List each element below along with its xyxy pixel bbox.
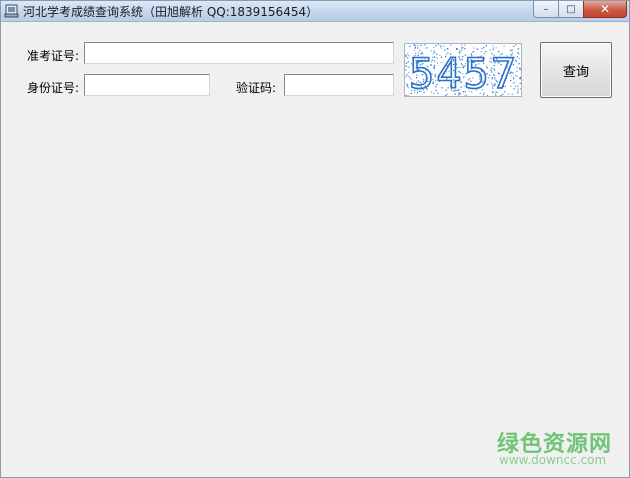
captcha-noise-dot — [405, 54, 407, 56]
captcha-noise-dot — [437, 44, 440, 46]
captcha-noise-dot — [409, 45, 411, 47]
close-button[interactable]: ✕ — [583, 1, 627, 18]
minimize-icon: – — [543, 3, 549, 15]
captcha-noise-dot — [406, 74, 408, 76]
captcha-noise-dot — [440, 45, 442, 47]
exam-id-input[interactable] — [84, 42, 394, 64]
captcha-noise-dot — [485, 45, 487, 47]
captcha-code: 54571 — [409, 49, 521, 96]
captcha-noise-dot — [405, 69, 407, 71]
captcha-image[interactable]: 54571 — [404, 43, 544, 99]
id-card-input[interactable] — [84, 74, 210, 96]
watermark-url: www.downcc.com — [499, 453, 607, 467]
close-icon: ✕ — [599, 2, 611, 16]
captcha-noise-dot — [503, 45, 505, 47]
maximize-icon: □ — [566, 3, 576, 15]
captcha-noise-graphic: 54571 — [405, 44, 544, 99]
captcha-noise-dot — [492, 45, 494, 47]
captcha-noise-dot — [405, 62, 407, 64]
captcha-noise-dot — [450, 44, 452, 46]
captcha-noise-dot — [405, 55, 407, 57]
app-window-icon[interactable] — [4, 3, 20, 19]
captcha-noise-dot — [460, 44, 463, 46]
captcha-noise-dot — [413, 44, 415, 46]
captcha-noise-dot — [406, 85, 409, 87]
app-window: 河北学考成绩查询系统（田旭解析 QQ:1839156454） – □ ✕ 准考证… — [0, 0, 630, 478]
captcha-label: 验证码: — [236, 81, 277, 95]
captcha-noise-dot — [405, 65, 407, 67]
query-button[interactable]: 查询 — [540, 42, 612, 98]
id-card-label: 身份证号: — [27, 81, 80, 95]
captcha-noise-dot — [406, 84, 408, 86]
captcha-noise-dot — [443, 45, 445, 47]
captcha-noise-dot — [464, 44, 466, 46]
captcha-noise-dot — [417, 44, 419, 46]
captcha-noise-dot — [424, 44, 426, 46]
window-title: 河北学考成绩查询系统（田旭解析 QQ:1839156454） — [23, 5, 319, 19]
captcha-noise-dot — [433, 46, 435, 48]
captcha-noise-dot — [515, 44, 517, 46]
captcha-noise-dot — [405, 76, 407, 78]
captcha-noise-dot — [405, 94, 407, 97]
title-bar[interactable]: 河北学考成绩查询系统（田旭解析 QQ:1839156454） – □ ✕ — [1, 1, 629, 22]
exam-id-label: 准考证号: — [27, 49, 80, 63]
maximize-button[interactable]: □ — [558, 1, 584, 18]
captcha-input[interactable] — [284, 74, 394, 96]
captcha-noise-dot — [513, 45, 515, 47]
minimize-button[interactable]: – — [533, 1, 559, 18]
captcha-noise-dot — [435, 45, 437, 47]
captcha-noise-dot — [420, 44, 422, 46]
